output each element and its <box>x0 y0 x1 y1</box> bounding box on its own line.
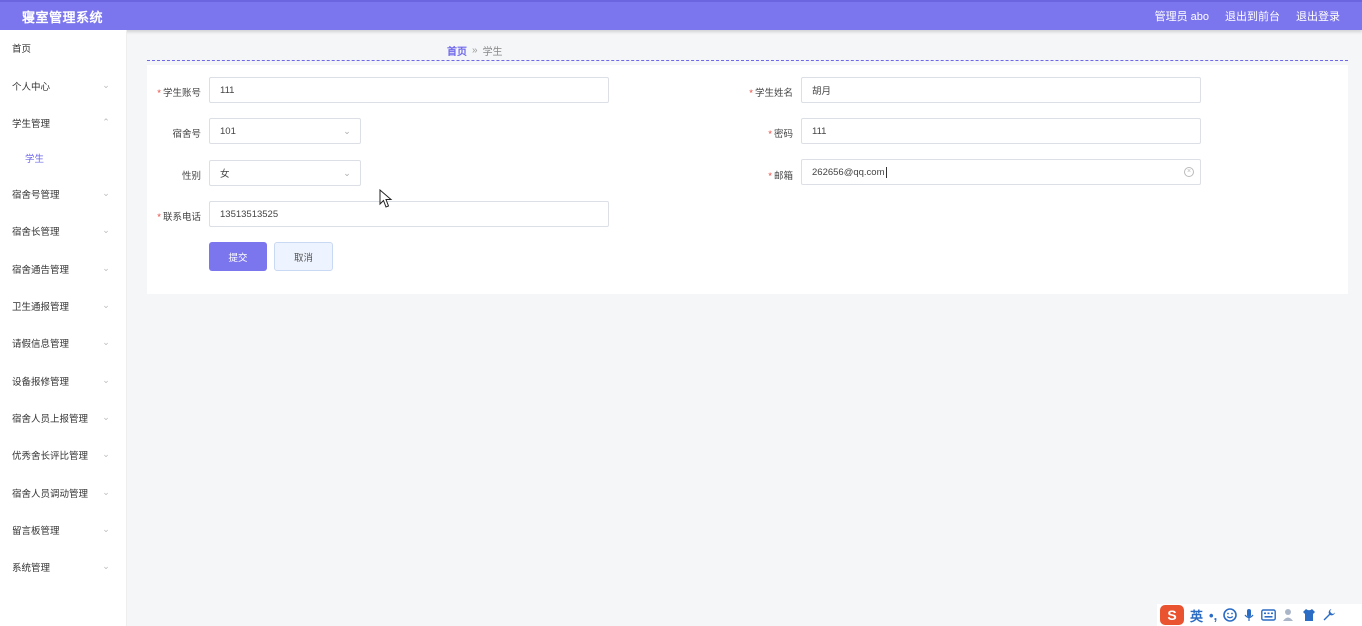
sidebar-item-repair[interactable]: 设备报修管理 ⌄ <box>0 371 127 391</box>
sidebar-item-home[interactable]: 首页 <box>0 38 127 58</box>
student-account-input[interactable]: 111 <box>209 77 609 103</box>
chevron-down-icon: ⌄ <box>102 263 110 273</box>
breadcrumb-separator: » <box>472 45 478 56</box>
sidebar-item-label: 宿舍长管理 <box>12 227 60 238</box>
chevron-down-icon: ⌄ <box>102 225 110 235</box>
sidebar-item-label: 首页 <box>12 44 32 55</box>
sidebar-item-leave-info[interactable]: 请假信息管理 ⌄ <box>0 333 127 353</box>
student-name-label: * 学生姓名 <box>749 88 793 99</box>
sidebar-item-dorm-number[interactable]: 宿舍号管理 ⌄ <box>0 184 127 204</box>
sidebar-item-system[interactable]: 系统管理 ⌄ <box>0 557 127 577</box>
breadcrumb-current: 学生 <box>482 47 503 58</box>
ime-language-toggle[interactable]: 英 <box>1190 606 1203 625</box>
chevron-down-icon: ⌄ <box>102 524 110 534</box>
chevron-down-icon: ⌄ <box>343 126 351 136</box>
email-label: * 邮箱 <box>768 171 793 182</box>
dorm-no-label: 宿舍号 <box>172 129 201 140</box>
cancel-button[interactable]: 取消 <box>274 242 333 271</box>
ime-punctuation-icon[interactable]: •, <box>1209 608 1217 623</box>
sidebar-item-student-management[interactable]: 学生管理 ⌃ <box>0 113 127 133</box>
sidebar-item-label: 个人中心 <box>12 82 51 93</box>
chevron-down-icon: ⌄ <box>102 449 110 459</box>
breadcrumb: 首页 » 学生 <box>447 43 503 58</box>
back-to-front-link[interactable]: 退出到前台 <box>1225 8 1280 24</box>
student-name-input[interactable]: 胡月 <box>801 77 1201 103</box>
app-title: 寝室管理系统 <box>22 9 104 25</box>
chevron-down-icon: ⌄ <box>102 487 110 497</box>
sidebar-item-label: 系统管理 <box>12 563 51 574</box>
breadcrumb-home[interactable]: 首页 <box>447 43 467 58</box>
sidebar-item-label: 学生管理 <box>12 119 51 130</box>
sidebar-item-label: 学生 <box>25 154 45 165</box>
sidebar: 首页 个人中心 ⌄ 学生管理 ⌃ 学生 宿舍号管理 ⌄ 宿舍长管理 ⌄ 宿舍通告… <box>0 30 127 626</box>
top-actions: 管理员 abo 退出到前台 退出登录 <box>1155 8 1340 24</box>
chevron-down-icon: ⌄ <box>102 561 110 571</box>
text-caret <box>885 166 887 178</box>
required-mark: * <box>157 212 161 223</box>
sidebar-item-excellent-head[interactable]: 优秀舍长评比管理 ⌄ <box>0 445 127 465</box>
chevron-down-icon: ⌄ <box>102 412 110 422</box>
microphone-icon[interactable] <box>1243 608 1255 622</box>
clear-icon[interactable]: × <box>1184 167 1194 177</box>
logout-link[interactable]: 退出登录 <box>1296 8 1340 24</box>
submit-button[interactable]: 提交 <box>209 242 267 271</box>
phone-label: * 联系电话 <box>157 212 201 223</box>
sidebar-item-staff-transfer[interactable]: 宿舍人员调动管理 ⌄ <box>0 483 127 503</box>
chevron-down-icon: ⌄ <box>102 300 110 310</box>
sidebar-item-label: 宿舍号管理 <box>12 190 60 201</box>
required-mark: * <box>768 171 772 182</box>
required-mark: * <box>768 129 772 140</box>
sogou-logo-icon[interactable]: S <box>1160 605 1184 625</box>
gender-label: 性别 <box>181 171 201 182</box>
wrench-icon[interactable] <box>1322 608 1336 622</box>
sidebar-item-hygiene-report[interactable]: 卫生通报管理 ⌄ <box>0 296 127 316</box>
sidebar-item-personal-center[interactable]: 个人中心 ⌄ <box>0 76 127 96</box>
top-bar: 寝室管理系统 管理员 abo 退出到前台 退出登录 <box>0 0 1362 30</box>
chevron-down-icon: ⌄ <box>102 188 110 198</box>
mouse-cursor-icon <box>379 189 393 208</box>
sidebar-item-dorm-head[interactable]: 宿舍长管理 ⌄ <box>0 221 127 241</box>
sidebar-item-label: 卫生通报管理 <box>12 302 70 313</box>
gender-select[interactable]: 女 ⌄ <box>209 160 361 186</box>
sidebar-item-label: 请假信息管理 <box>12 339 70 350</box>
phone-input[interactable]: 13513513525 <box>209 201 609 227</box>
sidebar-item-label: 留言板管理 <box>12 526 60 537</box>
ime-toolbar: S 英 •, <box>1157 604 1362 626</box>
password-label: * 密码 <box>768 129 793 140</box>
dorm-no-select[interactable]: 101 ⌄ <box>209 118 361 144</box>
keyboard-icon[interactable] <box>1261 609 1277 621</box>
email-input[interactable]: 262656@qq.com × <box>801 159 1201 185</box>
sidebar-subitem-student[interactable]: 学生 <box>0 148 127 168</box>
chevron-down-icon: ⌄ <box>102 375 110 385</box>
chevron-down-icon: ⌄ <box>102 337 110 347</box>
student-account-label: * 学生账号 <box>157 88 201 99</box>
sidebar-item-label: 宿舍通告管理 <box>12 265 70 276</box>
sidebar-item-staff-report[interactable]: 宿舍人员上报管理 ⌄ <box>0 408 127 428</box>
skin-shirt-icon[interactable] <box>1302 608 1316 622</box>
admin-label: 管理员 abo <box>1154 11 1209 23</box>
chevron-down-icon: ⌄ <box>343 168 351 178</box>
breadcrumb-divider <box>147 60 1348 61</box>
sidebar-item-label: 宿舍人员调动管理 <box>12 489 89 500</box>
emoji-icon[interactable] <box>1223 608 1237 622</box>
required-mark: * <box>157 88 161 99</box>
sidebar-item-message-board[interactable]: 留言板管理 ⌄ <box>0 520 127 540</box>
sidebar-item-label: 优秀舍长评比管理 <box>12 451 89 462</box>
password-input[interactable]: 111 <box>801 118 1201 144</box>
sidebar-item-label: 设备报修管理 <box>12 377 70 388</box>
sidebar-item-label: 宿舍人员上报管理 <box>12 414 89 425</box>
sidebar-item-dorm-notice[interactable]: 宿舍通告管理 ⌄ <box>0 259 127 279</box>
chevron-down-icon: ⌄ <box>102 80 110 90</box>
chevron-up-icon: ⌃ <box>102 117 110 127</box>
required-mark: * <box>749 88 753 99</box>
user-icon[interactable] <box>1282 608 1296 622</box>
